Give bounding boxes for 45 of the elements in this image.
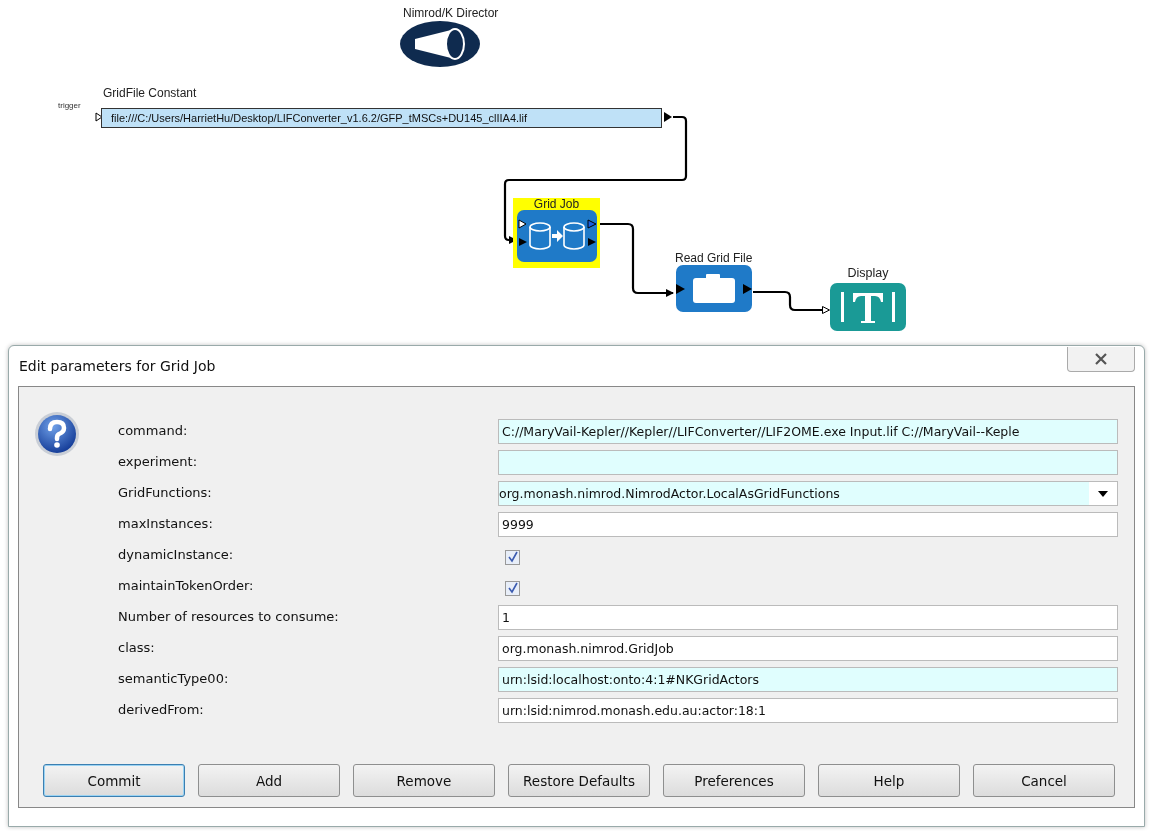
question-icon: [34, 411, 80, 457]
actor-label: GridFile Constant: [103, 86, 197, 100]
port-icon: [664, 112, 672, 122]
dialog-button[interactable]: Restore Defaults: [508, 764, 650, 797]
input-field[interactable]: org.monash.nimrod.GridJob: [498, 636, 1118, 661]
parameter-label: semanticType00:: [118, 670, 230, 688]
port-icon: [95, 112, 103, 122]
parameter-label: GridFunctions:: [118, 484, 213, 502]
parameter-label: maintainTokenOrder:: [118, 577, 255, 595]
actor-label: Display: [847, 267, 889, 280]
parameter-label: experiment:: [118, 453, 199, 471]
actor-label: Read Grid File: [675, 252, 753, 265]
input-field[interactable]: [498, 450, 1118, 475]
actor-label: Grid Job: [533, 198, 580, 211]
dialog-button[interactable]: Help: [818, 764, 960, 797]
parameter-label: command:: [118, 422, 189, 440]
close-icon: [1094, 352, 1108, 365]
dialog-button[interactable]: Preferences: [663, 764, 805, 797]
parameter-label: Number of resources to consume:: [118, 608, 340, 626]
constant-value[interactable]: file:///C:/Users/HarrietHu/Desktop/LIFConverter_v1.6.2/GFP_tMSCs+DU145_clIIA4.lif: [101, 108, 662, 128]
checkbox[interactable]: [505, 549, 520, 565]
dialog-button[interactable]: Commit: [43, 764, 185, 797]
dialog-button[interactable]: Remove: [353, 764, 495, 797]
input-field[interactable]: 1: [498, 605, 1118, 630]
close-button[interactable]: [1067, 346, 1135, 372]
checkbox[interactable]: [505, 580, 520, 596]
input-field[interactable]: urn:lsid:nimrod.monash.edu.au:actor:18:1: [498, 698, 1118, 723]
port-label: trigger: [58, 101, 81, 110]
reader-actor-icon[interactable]: [675, 265, 752, 312]
display-actor-icon[interactable]: [830, 283, 906, 331]
parameter-label: maxInstances:: [118, 515, 214, 533]
dialog-button[interactable]: Add: [198, 764, 340, 797]
parameter-label: dynamicInstance:: [118, 546, 235, 564]
gridjob-actor-icon[interactable]: [516, 210, 597, 262]
input-field[interactable]: urn:lsid:localhost:onto:4:1#NKGridActors: [498, 667, 1118, 692]
input-field[interactable]: C://MaryVail-Kepler//Kepler//LIFConverter//LIF2OME.exe Input.lif C://MaryVail--Keple: [498, 419, 1118, 444]
dialog-title: Edit parameters for Grid Job: [18, 358, 216, 374]
input-field[interactable]: 9999: [498, 512, 1118, 537]
actor-label: Nimrod/K Director: [403, 6, 499, 20]
dropdown-field[interactable]: org.monash.nimrod.NimrodActor.LocalAsGridFunctions: [498, 481, 1118, 506]
parameter-label: derivedFrom:: [118, 701, 205, 719]
parameter-label: class:: [118, 639, 156, 657]
caret-icon: [1098, 490, 1108, 497]
dialog-button[interactable]: Cancel: [973, 764, 1115, 797]
director-icon: [399, 20, 481, 68]
